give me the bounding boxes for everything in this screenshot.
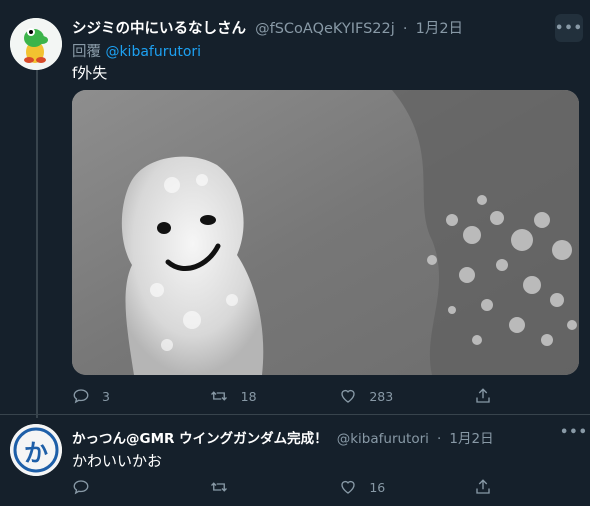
tweet-header: シジミの中にいるなしさん @fSCoAQeKYIFS22j · 1月2日 xyxy=(72,17,463,38)
like-icon xyxy=(341,480,356,494)
tweet-text: かわいいかお xyxy=(72,452,163,470)
retweet-icon xyxy=(210,482,227,492)
avatar-glyph: か xyxy=(24,438,48,467)
handle[interactable]: @kibafurutori xyxy=(337,431,429,447)
like-icon xyxy=(341,389,356,403)
retweet-icon xyxy=(210,391,227,401)
reply-count: 3 xyxy=(102,388,110,404)
avatar[interactable]: か xyxy=(10,424,62,476)
thread-connector-line xyxy=(36,66,38,418)
like-button[interactable]: 283 xyxy=(339,387,474,405)
like-count: 16 xyxy=(369,479,386,495)
reply-button[interactable] xyxy=(72,478,209,496)
tweet-header: かっつん@GMR ウイングガンダム完成！ @kibafurutori · 1月2… xyxy=(72,427,494,447)
tweet-actions: 16 xyxy=(72,478,492,496)
tweet-actions: 3 18 283 xyxy=(72,387,492,405)
reply-icon xyxy=(73,389,89,404)
reply-prefix: 回覆 xyxy=(72,44,101,60)
retweet-button[interactable] xyxy=(209,478,340,496)
share-button[interactable] xyxy=(474,387,492,405)
like-button[interactable]: 16 xyxy=(339,478,474,496)
retweet-button[interactable]: 18 xyxy=(209,387,340,405)
like-count: 283 xyxy=(369,388,394,404)
tweet-text: f外失 xyxy=(72,64,108,82)
separator-dot: · xyxy=(402,21,408,37)
divider xyxy=(0,414,590,415)
avatar[interactable] xyxy=(10,18,62,70)
reply-to-link[interactable]: @kibafurutori xyxy=(105,44,201,60)
retweet-count: 18 xyxy=(240,388,257,404)
more-icon[interactable]: ••• xyxy=(555,14,583,42)
share-icon xyxy=(476,388,490,403)
handle[interactable]: @fSCoAQeKYIFS22j xyxy=(255,21,395,37)
reply-icon xyxy=(73,480,89,495)
reply-context: 回覆 @kibafurutori xyxy=(72,40,201,61)
share-button[interactable] xyxy=(474,478,492,496)
timestamp[interactable]: 1月2日 xyxy=(416,21,463,37)
reply-button[interactable]: 3 xyxy=(72,387,209,405)
timestamp[interactable]: 1月2日 xyxy=(449,431,493,447)
share-icon xyxy=(476,479,490,494)
tweet-photo[interactable] xyxy=(72,90,579,375)
display-name[interactable]: シジミの中にいるなしさん xyxy=(72,21,246,37)
display-name[interactable]: かっつん@GMR ウイングガンダム完成！ xyxy=(72,431,328,447)
separator-dot: · xyxy=(437,431,442,447)
more-icon[interactable]: ••• xyxy=(560,425,588,440)
